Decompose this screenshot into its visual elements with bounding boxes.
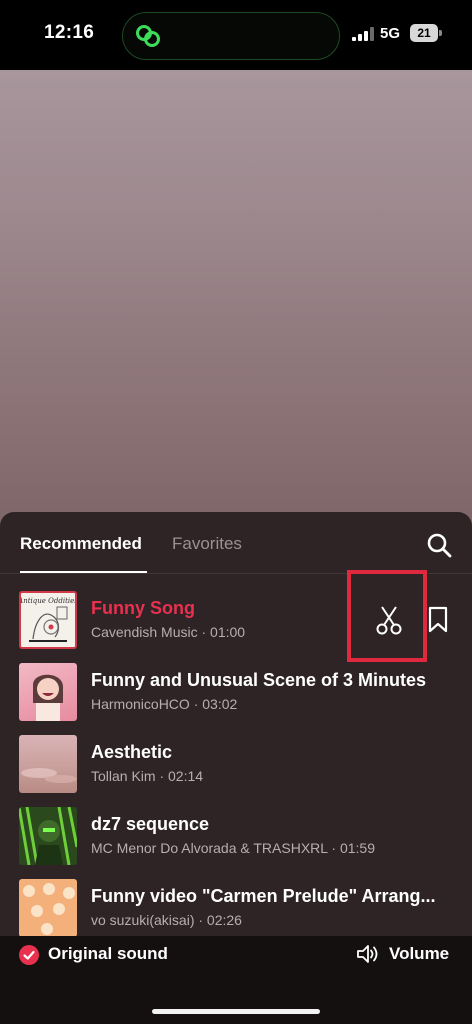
track-meta: HarmonicoHCO · 03:02 [91, 696, 238, 712]
tab-favorites[interactable]: Favorites [172, 534, 242, 554]
album-art [19, 807, 77, 865]
laughing-girl-art [33, 674, 63, 721]
track-meta: Tollan Kim · 02:14 [91, 768, 204, 784]
album-art [19, 735, 77, 793]
track-meta: Cavendish Music · 01:00 [91, 624, 246, 640]
green-anime-art [19, 807, 77, 865]
track-title: Aesthetic [91, 742, 173, 762]
track-row[interactable]: dz7 sequence MC Menor Do Alvorada & TRAS… [0, 799, 472, 871]
album-art [19, 663, 77, 721]
cellular-signal-icon [352, 27, 374, 41]
pink-sky-art [21, 768, 77, 783]
original-sound-label[interactable]: Original sound [48, 944, 168, 964]
battery-tip [439, 30, 442, 36]
track-row[interactable]: Funny video "Carmen Prelude" Arrang... v… [0, 871, 472, 936]
dynamic-island[interactable] [122, 12, 340, 60]
original-sound-check-icon[interactable] [19, 945, 39, 965]
sound-tabs: Recommended Favorites [0, 512, 472, 574]
active-tab-indicator [20, 571, 147, 573]
album-art [19, 879, 77, 936]
album-art: Antique Oddities [19, 591, 77, 649]
scissors-icon[interactable] [374, 605, 404, 635]
video-preview[interactable] [0, 70, 472, 530]
track-meta: MC Menor Do Alvorada & TRASHXRL · 01:59 [91, 840, 376, 856]
volume-label[interactable]: Volume [389, 944, 449, 964]
network-type: 5G [380, 25, 401, 42]
search-icon[interactable] [424, 530, 454, 560]
track-row[interactable]: Aesthetic Tollan Kim · 02:14 [0, 727, 472, 799]
track-title: Funny video "Carmen Prelude" Arrang... [91, 886, 436, 906]
status-time: 12:16 [44, 22, 95, 43]
orange-pattern-art [23, 883, 75, 935]
track-title: Funny Song [91, 598, 195, 618]
antique-oddities-art: Antique Oddities [21, 597, 75, 642]
track-title: dz7 sequence [91, 814, 210, 834]
bookmark-icon[interactable] [427, 606, 449, 634]
battery-icon: 21 [410, 24, 438, 42]
home-indicator[interactable] [152, 1009, 320, 1014]
track-row[interactable]: Funny and Unusual Scene of 3 Minutes Har… [0, 655, 472, 727]
thumb1-text: Antique Oddities [21, 597, 75, 605]
link-rings-icon [136, 25, 160, 47]
tab-recommended[interactable]: Recommended [20, 534, 142, 554]
volume-icon[interactable] [356, 943, 380, 965]
status-bar: 12:16 5G 21 [0, 0, 472, 70]
track-title: Funny and Unusual Scene of 3 Minutes [91, 670, 427, 690]
track-meta: vo suzuki(akisai) · 02:26 [91, 912, 242, 928]
